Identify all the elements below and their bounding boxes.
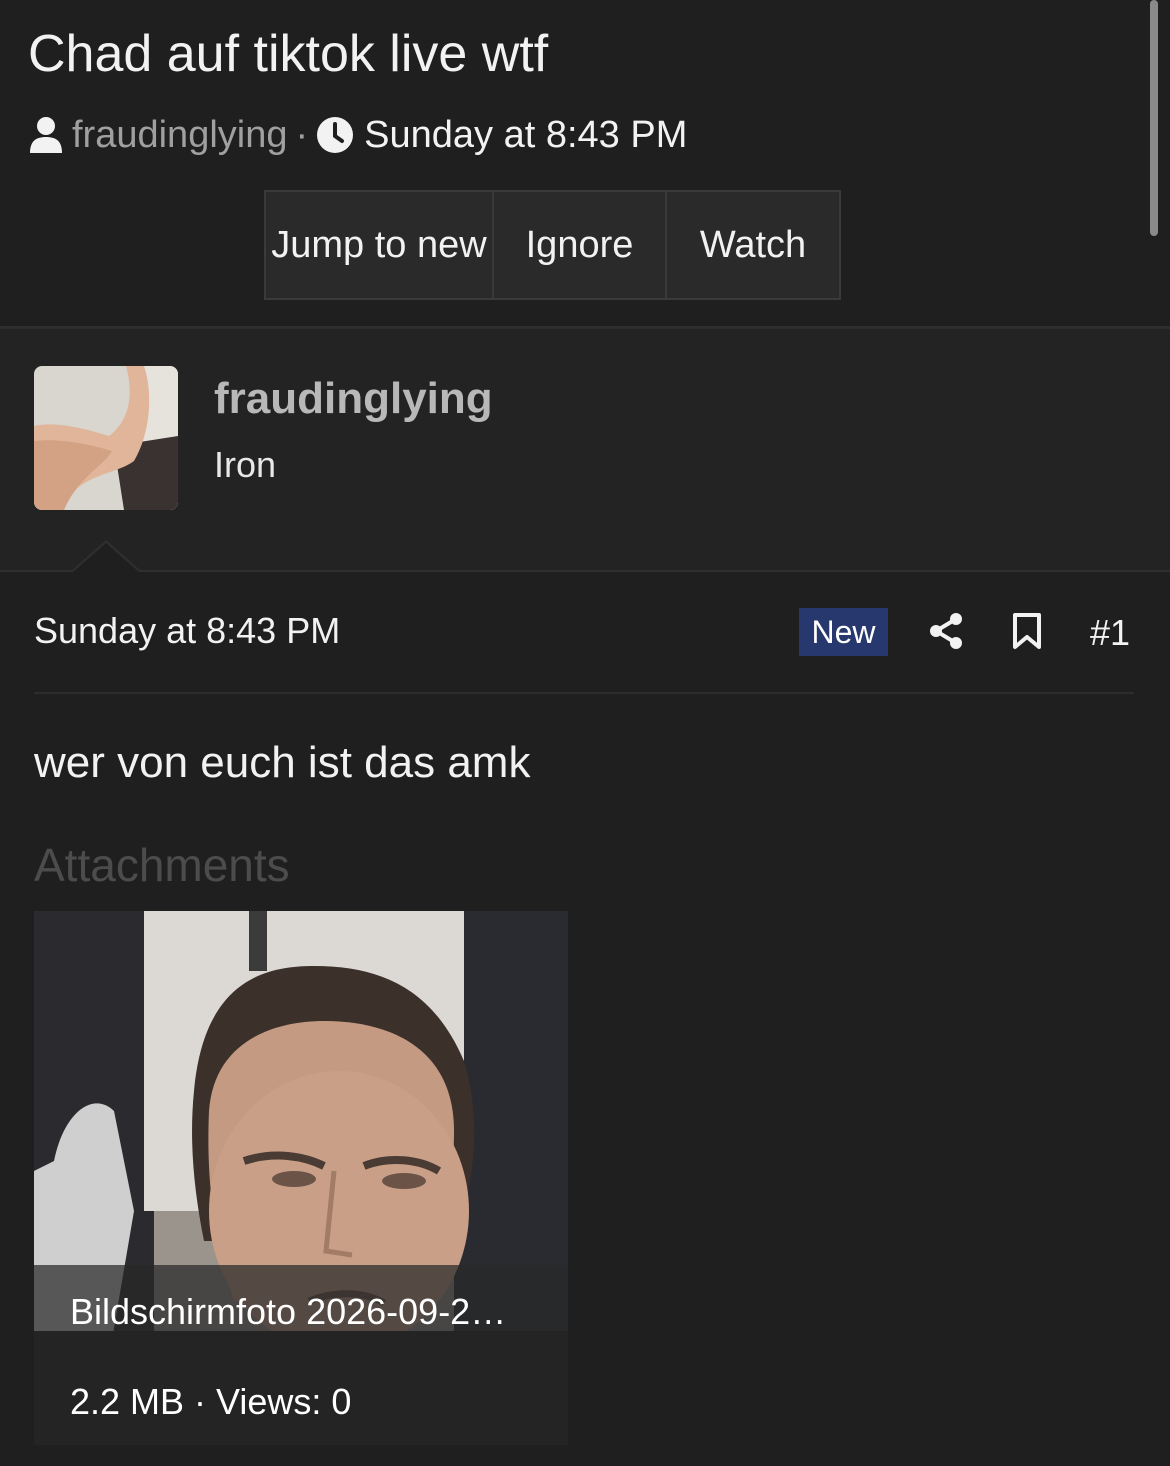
bookmark-icon[interactable] xyxy=(1012,612,1042,650)
post-number-link[interactable]: #1 xyxy=(1090,612,1130,654)
ignore-button[interactable]: Ignore xyxy=(494,192,667,298)
thread-action-bar: Jump to new Ignore Watch xyxy=(264,190,841,300)
attachment-meta: 2.2 MB · Views: 0 xyxy=(70,1381,352,1422)
attachment-thumbnail[interactable]: Bildschirmfoto 2026-09-2… 2.2 MB · Views… xyxy=(34,911,568,1445)
post-header-divider xyxy=(34,692,1134,694)
thread-date-link[interactable]: Sunday at 8:43 PM xyxy=(364,114,687,157)
attachments-heading: Attachments xyxy=(34,839,290,891)
share-icon[interactable] xyxy=(928,612,964,650)
user-icon xyxy=(30,117,62,153)
avatar[interactable] xyxy=(34,366,178,510)
meta-separator: · xyxy=(295,113,309,156)
thread-title: Chad auf tiktok live wtf xyxy=(28,25,549,83)
attachment-caption: Bildschirmfoto 2026-09-2… 2.2 MB · Views… xyxy=(34,1265,568,1445)
post-author-name[interactable]: fraudinglying xyxy=(214,374,493,424)
new-badge: New xyxy=(799,608,888,656)
thread-meta: fraudinglying · Sunday at 8:43 PM xyxy=(28,110,687,160)
attachment-filename[interactable]: Bildschirmfoto 2026-09-2… xyxy=(70,1291,506,1333)
jump-to-new-button[interactable]: Jump to new xyxy=(266,192,494,298)
author-panel-arrow-inner xyxy=(73,543,139,572)
clock-icon xyxy=(317,117,354,153)
post-author-title: Iron xyxy=(214,444,277,485)
post-date-link[interactable]: Sunday at 8:43 PM xyxy=(34,610,340,652)
watch-button[interactable]: Watch xyxy=(667,192,839,298)
post-body: wer von euch ist das amk xyxy=(34,738,531,787)
author-panel-border xyxy=(0,570,1170,572)
scrollbar-thumb[interactable] xyxy=(1150,0,1158,236)
thread-starter-link[interactable]: fraudinglying xyxy=(72,114,287,157)
